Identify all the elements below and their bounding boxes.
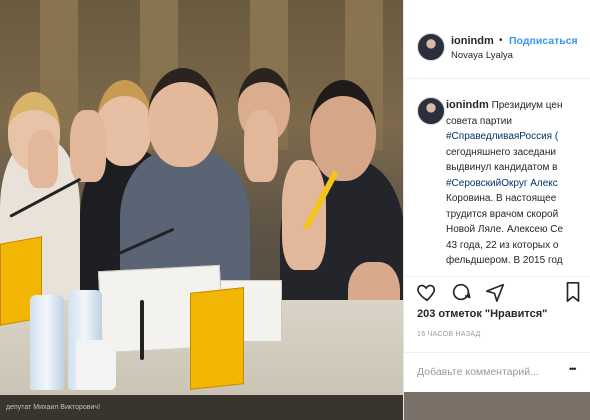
raised-hand xyxy=(70,110,106,182)
post-caption: ionindm Президиум цен совета партии #Спр… xyxy=(446,98,590,269)
post-photo[interactable]: депутат Михаил Викторович! xyxy=(0,0,403,420)
more-options-icon[interactable]: ••• xyxy=(569,364,577,374)
share-icon[interactable] xyxy=(484,281,506,303)
username-link[interactable]: ionindm xyxy=(451,35,494,47)
likes-count[interactable]: 203 отметок "Нравится" xyxy=(417,308,547,320)
heart-icon[interactable] xyxy=(416,281,438,303)
caption-line: Коровина. В настоящее xyxy=(446,193,557,204)
bookmark-icon[interactable] xyxy=(564,281,582,303)
person-right-head xyxy=(310,80,376,181)
caption-line: Президиум цен xyxy=(491,100,563,111)
page-background xyxy=(404,392,590,420)
caption-line: Новой Ляле. Алексею Се xyxy=(446,224,564,235)
caption-line: совета партии xyxy=(446,115,512,127)
caption-line: трудится врачом скорой xyxy=(446,208,559,220)
cup xyxy=(76,340,116,390)
caption-line: 43 года, 22 из которых о xyxy=(446,239,559,251)
photo-bottom-caption: депутат Михаил Викторович! xyxy=(6,404,101,411)
separator-dot: • xyxy=(499,35,503,46)
caption-line: фельдшером. В 2015 год xyxy=(446,255,563,266)
microphone xyxy=(140,300,144,360)
caption-line: сегодняшнего заседани xyxy=(446,146,556,158)
post-actions xyxy=(404,276,590,337)
party-flag xyxy=(190,287,244,390)
instagram-post-panel: ionindm • Подписаться Novaya Lyalya ioni… xyxy=(403,0,590,420)
raised-hand xyxy=(28,130,58,188)
caption-username[interactable]: ionindm xyxy=(446,99,489,111)
water-bottle xyxy=(30,295,64,390)
photo-bottom-strip: депутат Михаил Викторович! xyxy=(0,395,403,420)
follow-button[interactable]: Подписаться xyxy=(509,35,578,47)
comment-placeholder: Добавьте комментарий... xyxy=(417,366,539,378)
location-link[interactable]: Novaya Lyalya xyxy=(451,50,513,61)
raised-hand xyxy=(244,110,278,182)
comment-input[interactable]: Добавьте комментарий... ••• xyxy=(404,352,590,393)
post-time[interactable]: 16 ЧАСОВ НАЗАД xyxy=(417,331,481,338)
avatar[interactable] xyxy=(417,97,445,125)
caption-line: выдвинул кандидатом в xyxy=(446,162,558,173)
person-center-head xyxy=(148,68,218,167)
hashtag-link[interactable]: #СправедливаяРоссия ( xyxy=(446,129,590,145)
post-header: ionindm • Подписаться Novaya Lyalya xyxy=(404,0,590,79)
comment-icon[interactable] xyxy=(450,281,472,303)
hashtag-link[interactable]: #СеровскийОкруг Алекс xyxy=(446,176,590,192)
avatar[interactable] xyxy=(417,33,445,61)
raised-hand xyxy=(282,160,326,270)
